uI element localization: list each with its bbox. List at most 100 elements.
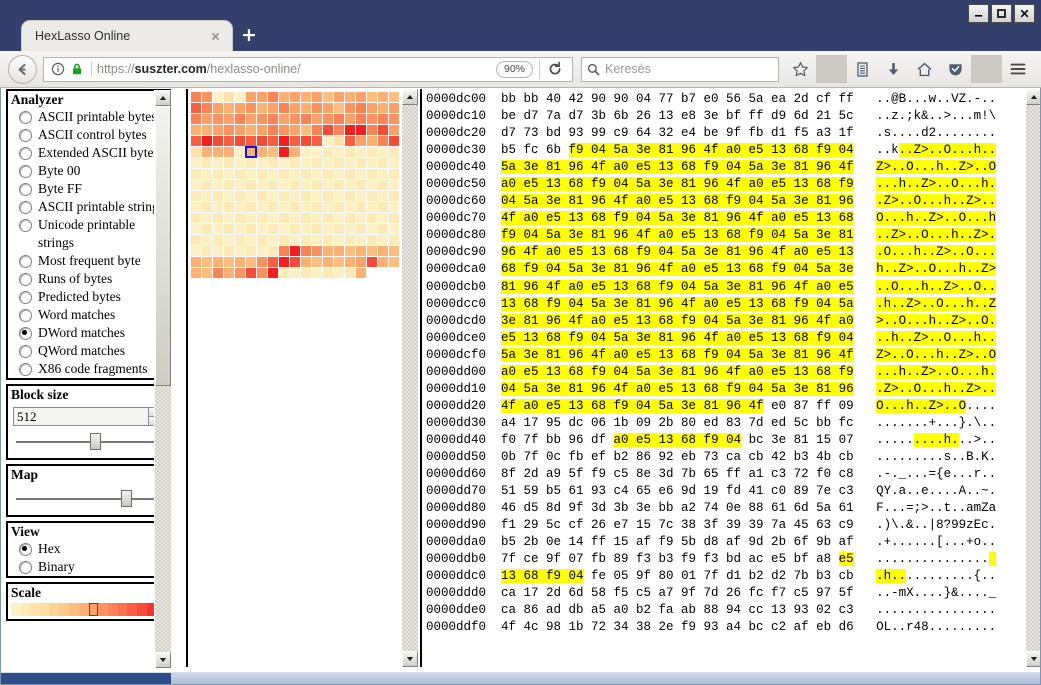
heatmap-cell[interactable] [246, 246, 256, 256]
heatmap-cell[interactable] [312, 224, 322, 234]
heatmap-cell[interactable] [389, 169, 399, 179]
heatmap-cell[interactable] [191, 191, 201, 201]
heatmap-cell[interactable] [279, 235, 289, 245]
heatmap-cell[interactable] [268, 103, 278, 113]
heatmap-cell[interactable] [323, 136, 333, 146]
heatmap-cell[interactable] [191, 147, 201, 157]
heatmap-cell[interactable] [268, 180, 278, 190]
heatmap-cell[interactable] [323, 268, 333, 278]
heatmap-cell[interactable] [389, 235, 399, 245]
heatmap-cell[interactable] [312, 191, 322, 201]
heatmap-cell[interactable] [301, 246, 311, 256]
heatmap-cell[interactable] [356, 213, 366, 223]
slider-thumb[interactable] [121, 490, 132, 507]
radio-button[interactable] [19, 327, 32, 340]
hex-row[interactable]: 0000dda0 b5 2b 0e 14 ff 15 af f9 5b d8 a… [426, 534, 996, 551]
sidebar-scroll-track[interactable] [155, 386, 171, 652]
heatmap-cell[interactable] [279, 213, 289, 223]
analyzer-option[interactable]: Unicode printable strings [8, 216, 169, 252]
heatmap-cell[interactable] [268, 114, 278, 124]
heatmap-cell[interactable] [378, 246, 388, 256]
heatmap-cell[interactable] [356, 268, 366, 278]
scroll-down-icon[interactable] [155, 652, 171, 668]
heatmap-cell[interactable] [367, 235, 377, 245]
heatmap-cell[interactable] [202, 92, 212, 102]
heatmap-cell[interactable] [246, 202, 256, 212]
heatmap-cell[interactable] [378, 103, 388, 113]
heatmap-cell[interactable] [191, 92, 201, 102]
heatmap-cell[interactable] [279, 103, 289, 113]
hex-row[interactable]: 0000dc00 bb bb 40 42 90 90 04 77 b7 e0 5… [426, 91, 996, 108]
heatmap-cell[interactable] [245, 146, 257, 158]
heatmap-cell[interactable] [213, 180, 223, 190]
heatmap-cell[interactable] [334, 180, 344, 190]
heatmap-cell[interactable] [246, 114, 256, 124]
heatmap-cell[interactable] [246, 158, 256, 168]
heatmap-cell[interactable] [367, 158, 377, 168]
heatmap-cell[interactable] [367, 92, 377, 102]
hex-row[interactable]: 0000dcd0 3e 81 96 4f a0 e5 13 68 f9 04 5… [426, 313, 997, 330]
heatmap-cell[interactable] [290, 180, 300, 190]
hex-row[interactable]: 0000dd00 a0 e5 13 68 f9 04 5a 3e 81 96 4… [426, 364, 997, 381]
heatmap-cell[interactable] [290, 103, 300, 113]
heatmap-cell[interactable] [378, 191, 388, 201]
hex-row[interactable]: 0000dcc0 13 68 f9 04 5a 3e 81 96 4f a0 e… [426, 296, 997, 313]
view-option[interactable]: Binary [8, 558, 169, 576]
heatmap-cell[interactable] [191, 224, 201, 234]
scale-swatch[interactable] [20, 603, 31, 616]
heatmap-cell[interactable] [389, 224, 399, 234]
heatmap-cell[interactable] [268, 92, 278, 102]
hex-row[interactable]: 0000ddb0 7f ce 9f 07 fb 89 f3 b3 f9 f3 b… [426, 551, 997, 568]
heatmap-cell[interactable] [202, 235, 212, 245]
heatmap-cell[interactable] [279, 169, 289, 179]
heatmap-cell[interactable] [279, 268, 289, 278]
heatmap-cell[interactable] [191, 136, 201, 146]
radio-button[interactable] [19, 165, 32, 178]
heatmap-cell[interactable] [312, 246, 322, 256]
heatmap-cell[interactable] [356, 125, 366, 135]
heatmap-cell[interactable] [224, 235, 234, 245]
scale-swatch[interactable] [11, 603, 21, 616]
heatmap-cell[interactable] [301, 268, 311, 278]
reload-button[interactable] [542, 61, 568, 77]
heatmap-cell[interactable] [191, 125, 201, 135]
heatmap-cell[interactable] [257, 114, 267, 124]
heatmap-cell[interactable] [279, 147, 289, 157]
heatmap-cell[interactable] [378, 158, 388, 168]
heatmap-cell[interactable] [356, 103, 366, 113]
heatmap-cell[interactable] [345, 202, 355, 212]
heatmap-cell[interactable] [246, 224, 256, 234]
heatmap-cell[interactable] [290, 125, 300, 135]
heatmap-cell[interactable] [367, 257, 377, 267]
heatmap-cell[interactable] [356, 202, 366, 212]
heatmap-cell[interactable] [301, 92, 311, 102]
heatmap-cell[interactable] [246, 213, 256, 223]
heatmap-cell[interactable] [268, 213, 278, 223]
heatmap-cell[interactable] [345, 180, 355, 190]
heatmap-cell[interactable] [356, 191, 366, 201]
heatmap-cell[interactable] [246, 191, 256, 201]
heatmap-cell[interactable] [334, 213, 344, 223]
heatmap-cell[interactable] [202, 246, 212, 256]
heatmap-cell[interactable] [246, 103, 256, 113]
heatmap-cell[interactable] [389, 114, 399, 124]
heatmap-cell[interactable] [290, 92, 300, 102]
scale-gradient[interactable] [8, 601, 169, 619]
heatmap-cell[interactable] [213, 114, 223, 124]
analyzer-option[interactable]: X86 code fragments [8, 360, 169, 378]
new-tab-button[interactable]: + [238, 24, 260, 46]
heatmap-cell[interactable] [367, 147, 377, 157]
hex-row[interactable]: 0000ddd0 ca 17 2d 6d 58 f5 c5 a7 9f 7d 2… [426, 585, 996, 602]
heatmap-cell[interactable] [367, 202, 377, 212]
heatmap-cell[interactable] [235, 191, 245, 201]
heatmap-cell[interactable] [312, 158, 322, 168]
heatmap-cell[interactable] [257, 213, 267, 223]
heatmap-cell[interactable] [191, 103, 201, 113]
heatmap-cell[interactable] [290, 136, 300, 146]
heatmap-cell[interactable] [301, 136, 311, 146]
block-size-stepper[interactable]: 512 [13, 407, 164, 426]
heatmap-cell[interactable] [279, 202, 289, 212]
heatmap-cell[interactable] [334, 169, 344, 179]
tab-close-icon[interactable] [204, 25, 226, 47]
hex-row[interactable]: 0000dd50 0b 7f 0c fb ef b2 86 92 eb 73 c… [426, 449, 996, 466]
